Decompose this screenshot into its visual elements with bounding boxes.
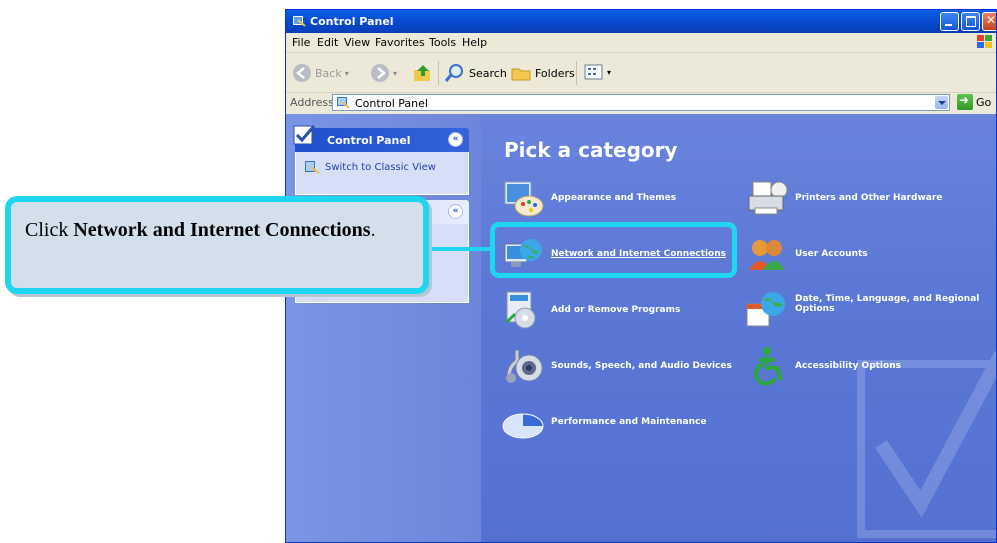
category-label: User Accounts [795, 249, 868, 259]
switch-classic-view-link[interactable]: Switch to Classic View [304, 160, 436, 175]
category-appearance-themes[interactable]: Appearance and Themes [501, 178, 676, 218]
forward-dropdown-icon[interactable]: ▾ [393, 69, 397, 78]
category-label: Appearance and Themes [551, 193, 677, 203]
forward-arrow-icon [371, 64, 389, 82]
instruction-target: Network and Internet Connections [73, 219, 371, 241]
instruction-suffix: . [370, 219, 376, 241]
views-button[interactable]: ▾ [584, 63, 611, 81]
control-panel-checkmark-icon [293, 125, 316, 145]
folders-button[interactable]: Folders [510, 63, 575, 83]
views-dropdown-icon[interactable]: ▾ [607, 68, 611, 77]
category-label: Date, Time, Language, and Regional Optio… [795, 294, 980, 314]
toolbar: Back ▾ ▾ Search Folders ▾ [286, 53, 996, 93]
category-performance-maintenance[interactable]: Performance and Maintenance [501, 402, 706, 442]
instruction-prefix: Click [25, 219, 74, 241]
instruction-callout: Click Network and Internet Connections. [5, 196, 429, 294]
task-box-body: Switch to Classic View [295, 152, 469, 195]
category-printers-hardware[interactable]: Printers and Other Hardware [745, 178, 942, 218]
category-pane: Pick a category Appearance and Themes Pr… [481, 114, 996, 542]
address-value: Control Panel [355, 97, 428, 110]
search-button[interactable]: Search [444, 63, 507, 83]
menu-edit[interactable]: Edit [317, 36, 338, 49]
menu-file[interactable]: File [292, 36, 310, 49]
windows-logo-icon [977, 35, 992, 48]
client-area: Control Panel « Switch to Classic View « [286, 114, 996, 542]
go-button[interactable]: Go [957, 93, 992, 110]
go-label: Go [976, 95, 992, 109]
address-dropdown-button[interactable] [935, 96, 948, 109]
folders-icon [511, 68, 531, 81]
task-box-title: Control Panel [327, 134, 411, 147]
category-label: Performance and Maintenance [551, 417, 707, 427]
back-arrow-icon [293, 64, 311, 82]
category-sounds-audio[interactable]: Sounds, Speech, and Audio Devices [501, 346, 732, 386]
address-label: Address [290, 96, 334, 109]
title-bar[interactable]: Control Panel [286, 10, 996, 33]
category-date-time-language[interactable]: Date, Time, Language, and Regional Optio… [745, 290, 985, 330]
minimize-button[interactable] [940, 12, 959, 31]
window-title: Control Panel [310, 15, 394, 28]
audio-icon [506, 349, 543, 383]
control-panel-task-box: Control Panel « Switch to Classic View [293, 125, 469, 195]
search-icon [444, 64, 463, 82]
switch-classic-view-label: Switch to Classic View [325, 162, 436, 173]
callout-connector [429, 247, 491, 251]
toolbar-separator [438, 61, 439, 85]
instruction-text: Click Network and Internet Connections. [25, 216, 376, 244]
menu-favorites[interactable]: Favorites [375, 36, 425, 49]
back-button[interactable]: Back ▾ [292, 63, 349, 83]
menu-help[interactable]: Help [462, 36, 487, 49]
views-icon [584, 64, 603, 80]
collapse-chevron-icon[interactable]: « [448, 204, 463, 219]
category-user-accounts[interactable]: User Accounts [745, 234, 868, 274]
menu-view[interactable]: View [344, 36, 370, 49]
category-label: Accessibility Options [795, 361, 901, 371]
performance-icon [502, 413, 544, 439]
maximize-button[interactable] [961, 12, 980, 31]
toolbar-separator [576, 61, 577, 85]
up-folder-icon [414, 65, 430, 81]
task-box-header[interactable]: Control Panel « [293, 125, 469, 152]
page-heading: Pick a category [504, 138, 678, 162]
go-arrow-icon [957, 93, 973, 110]
close-button[interactable] [982, 12, 996, 31]
up-folder-button[interactable] [412, 63, 434, 83]
back-label: Back [315, 66, 342, 80]
classic-view-icon [305, 161, 320, 174]
menu-tools[interactable]: Tools [429, 36, 456, 49]
appearance-icon [504, 181, 544, 217]
control-panel-icon [337, 97, 350, 109]
forward-button[interactable]: ▾ [370, 63, 397, 83]
address-bar: Address Control Panel Go [286, 93, 996, 113]
category-label: Sounds, Speech, and Audio Devices [551, 361, 732, 371]
control-panel-icon [293, 16, 306, 27]
task-pane: Control Panel « Switch to Classic View « [286, 114, 481, 542]
search-label: Search [469, 66, 507, 80]
folders-label: Folders [535, 66, 575, 80]
menu-bar: File Edit View Favorites Tools Help [286, 33, 996, 53]
address-field[interactable]: Control Panel [332, 94, 950, 111]
accessibility-icon [754, 347, 783, 386]
category-label: Printers and Other Hardware [795, 193, 943, 203]
back-dropdown-icon[interactable]: ▾ [345, 69, 349, 78]
highlight-box [490, 222, 737, 278]
printer-icon [748, 181, 788, 215]
users-icon [749, 240, 785, 270]
programs-icon [505, 291, 536, 329]
collapse-chevron-icon[interactable]: « [448, 132, 463, 147]
globe-calendar-icon [746, 292, 785, 327]
category-accessibility[interactable]: Accessibility Options [745, 346, 901, 386]
category-label: Add or Remove Programs [551, 305, 681, 315]
category-add-remove-programs[interactable]: Add or Remove Programs [501, 290, 680, 330]
